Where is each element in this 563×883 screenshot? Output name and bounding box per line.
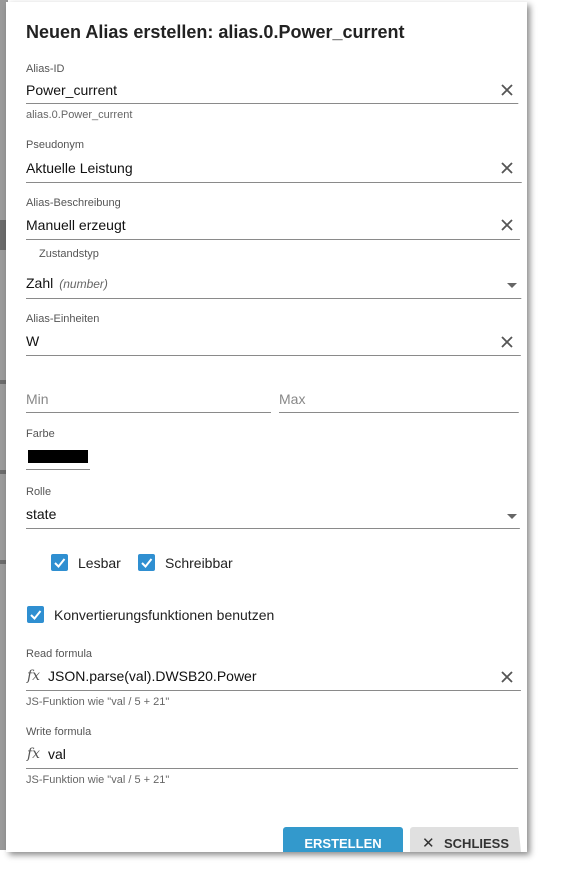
function-icon: fx: [27, 668, 41, 684]
max-input[interactable]: Max: [279, 391, 305, 407]
units-input[interactable]: W: [26, 333, 39, 349]
units-label: Alias-Einheiten: [26, 313, 100, 325]
read-formula-underline: [26, 690, 523, 691]
color-underline: [26, 469, 90, 470]
min-underline: [26, 412, 271, 413]
role-select[interactable]: state: [26, 506, 56, 522]
function-icon: fx: [27, 746, 41, 762]
pseudonym-input[interactable]: Aktuelle Leistung: [26, 160, 133, 176]
role-underline: [26, 528, 523, 529]
writable-checkbox[interactable]: [138, 554, 155, 571]
torn-edge-decoration: [517, 2, 527, 852]
close-button[interactable]: ✕ SCHLIESS: [410, 827, 527, 852]
close-icon: ✕: [422, 835, 435, 852]
use-conversion-checkbox[interactable]: [27, 606, 44, 623]
state-type-underline: [26, 298, 523, 299]
close-button-label: SCHLIESS: [444, 836, 510, 851]
read-formula-label: Read formula: [26, 648, 93, 660]
state-type-select[interactable]: Zahl (number): [26, 275, 108, 291]
write-formula-underline: [26, 768, 523, 769]
read-formula-helper: JS-Funktion wie "val / 5 + 21": [26, 696, 170, 708]
use-conversion-label: Konvertierungsfunktionen benutzen: [54, 607, 275, 623]
readable-checkbox[interactable]: [51, 554, 68, 571]
role-label: Rolle: [26, 486, 52, 498]
write-formula-helper: JS-Funktion wie "val / 5 + 21": [26, 774, 170, 786]
write-formula-input[interactable]: val: [48, 746, 66, 762]
dialog-title: Neuen Alias erstellen: alias.0.Power_cur…: [26, 22, 405, 42]
create-button[interactable]: ERSTELLEN: [283, 827, 403, 852]
alias-id-input[interactable]: Power_current: [26, 82, 117, 98]
min-input[interactable]: Min: [26, 391, 49, 407]
read-formula-input[interactable]: JSON.parse(val).DWSB20.Power: [48, 668, 257, 684]
state-type-hint: (number): [59, 277, 108, 291]
description-underline: [26, 239, 523, 240]
writable-label: Schreibbar: [165, 555, 233, 571]
units-underline: [26, 355, 523, 356]
write-formula-label: Write formula: [26, 726, 92, 738]
alias-id-underline: [26, 103, 523, 104]
alias-id-helper: alias.0.Power_current: [26, 109, 133, 121]
color-swatch[interactable]: [28, 450, 88, 463]
pseudonym-underline: [26, 182, 523, 183]
readable-label: Lesbar: [78, 555, 121, 571]
color-label: Farbe: [26, 428, 55, 440]
create-alias-dialog: Neuen Alias erstellen: alias.0.Power_cur…: [6, 2, 527, 852]
pseudonym-label: Pseudonym: [26, 139, 85, 151]
state-type-label: Zustandstyp: [39, 248, 99, 260]
max-underline: [279, 412, 523, 413]
alias-id-label: Alias-ID: [26, 63, 65, 75]
description-label: Alias-Beschreibung: [26, 197, 121, 209]
description-input[interactable]: Manuell erzeugt: [26, 217, 126, 233]
state-type-value: Zahl: [26, 275, 54, 291]
